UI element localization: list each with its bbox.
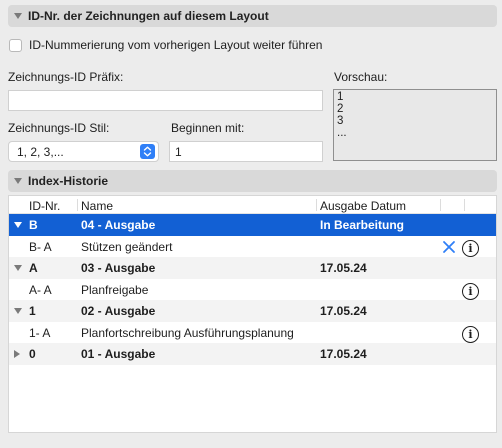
- preview-line: 3: [337, 115, 344, 127]
- row-date: 17.05.24: [320, 261, 367, 275]
- row-name: 02 - Ausgabe: [81, 304, 156, 318]
- row-id: A: [29, 261, 38, 275]
- row-id: A- A: [29, 282, 52, 297]
- continue-numbering-label: ID-Nummerierung vom vorherigen Layout we…: [29, 38, 323, 52]
- row-id: 1- A: [29, 325, 51, 340]
- index-history-table: ID-Nr. Name Ausgabe Datum B 04 - Ausgabe…: [8, 195, 497, 433]
- disclosure-down-icon[interactable]: [14, 222, 22, 228]
- prefix-input[interactable]: [8, 90, 323, 111]
- section-header-index-history[interactable]: Index-Historie: [8, 170, 497, 192]
- row-id: 1: [29, 304, 36, 318]
- column-header-name[interactable]: Name: [81, 199, 113, 213]
- section-title: Index-Historie: [28, 174, 109, 188]
- row-name: 04 - Ausgabe: [81, 218, 156, 232]
- table-row[interactable]: B 04 - Ausgabe In Bearbeitung: [9, 214, 496, 236]
- table-row[interactable]: 0 01 - Ausgabe 17.05.24: [9, 343, 496, 365]
- row-id: 0: [29, 347, 36, 361]
- row-date: 17.05.24: [320, 347, 367, 361]
- disclosure-right-icon[interactable]: [14, 350, 20, 358]
- continue-numbering-option[interactable]: ID-Nummerierung vom vorherigen Layout we…: [9, 38, 322, 52]
- start-label: Beginnen mit:: [171, 121, 245, 135]
- row-name: 01 - Ausgabe: [81, 347, 156, 361]
- prefix-label: Zeichnungs-ID Präfix:: [8, 70, 124, 84]
- table-header: ID-Nr. Name Ausgabe Datum: [9, 196, 496, 214]
- close-icon[interactable]: [442, 240, 456, 254]
- preview-box: 1 2 3 ...: [333, 89, 497, 161]
- column-divider: [316, 199, 317, 211]
- row-date: In Bearbeitung: [320, 218, 405, 232]
- disclosure-down-icon[interactable]: [14, 265, 22, 271]
- table-row[interactable]: A- A Planfreigabe i: [9, 279, 496, 301]
- continue-numbering-checkbox[interactable]: [9, 38, 22, 52]
- column-divider: [464, 199, 465, 211]
- preview-label: Vorschau:: [334, 70, 388, 84]
- row-id: B: [29, 218, 38, 232]
- column-header-date[interactable]: Ausgabe Datum: [320, 199, 406, 213]
- section-header-id-numbers[interactable]: ID-Nr. der Zeichnungen auf diesem Layout: [8, 5, 497, 27]
- table-row[interactable]: B- A Stützen geändert i: [9, 236, 496, 258]
- preview-line: 1: [337, 91, 344, 103]
- table-row[interactable]: 1- A Planfortschreibung Ausführungsplanu…: [9, 322, 496, 344]
- table-row[interactable]: 1 02 - Ausgabe 17.05.24: [9, 300, 496, 322]
- row-date: 17.05.24: [320, 304, 367, 318]
- row-name: Stützen geändert: [81, 239, 173, 254]
- disclosure-down-icon[interactable]: [14, 308, 22, 314]
- popup-chevrons-icon[interactable]: [140, 144, 155, 159]
- style-select-value: 1, 2, 3,...: [17, 145, 64, 159]
- info-icon[interactable]: i: [462, 239, 479, 257]
- column-divider: [77, 199, 78, 211]
- style-label: Zeichnungs-ID Stil:: [8, 121, 110, 135]
- row-name: Planfreigabe: [81, 282, 149, 297]
- info-icon[interactable]: i: [462, 325, 479, 343]
- table-row[interactable]: A 03 - Ausgabe 17.05.24: [9, 257, 496, 279]
- preview-line: 2: [337, 103, 344, 115]
- column-header-id[interactable]: ID-Nr.: [29, 199, 60, 213]
- style-select[interactable]: 1, 2, 3,...: [8, 141, 159, 162]
- disclosure-down-icon[interactable]: [14, 13, 22, 19]
- row-name: 03 - Ausgabe: [81, 261, 156, 275]
- disclosure-down-icon[interactable]: [14, 178, 22, 184]
- column-divider: [440, 199, 441, 211]
- row-id: B- A: [29, 239, 52, 254]
- section-title: ID-Nr. der Zeichnungen auf diesem Layout: [28, 9, 269, 23]
- info-icon[interactable]: i: [462, 282, 479, 300]
- row-name: Planfortschreibung Ausführungsplanung: [81, 325, 294, 340]
- start-input[interactable]: 1: [169, 141, 323, 162]
- preview-line: ...: [337, 127, 347, 139]
